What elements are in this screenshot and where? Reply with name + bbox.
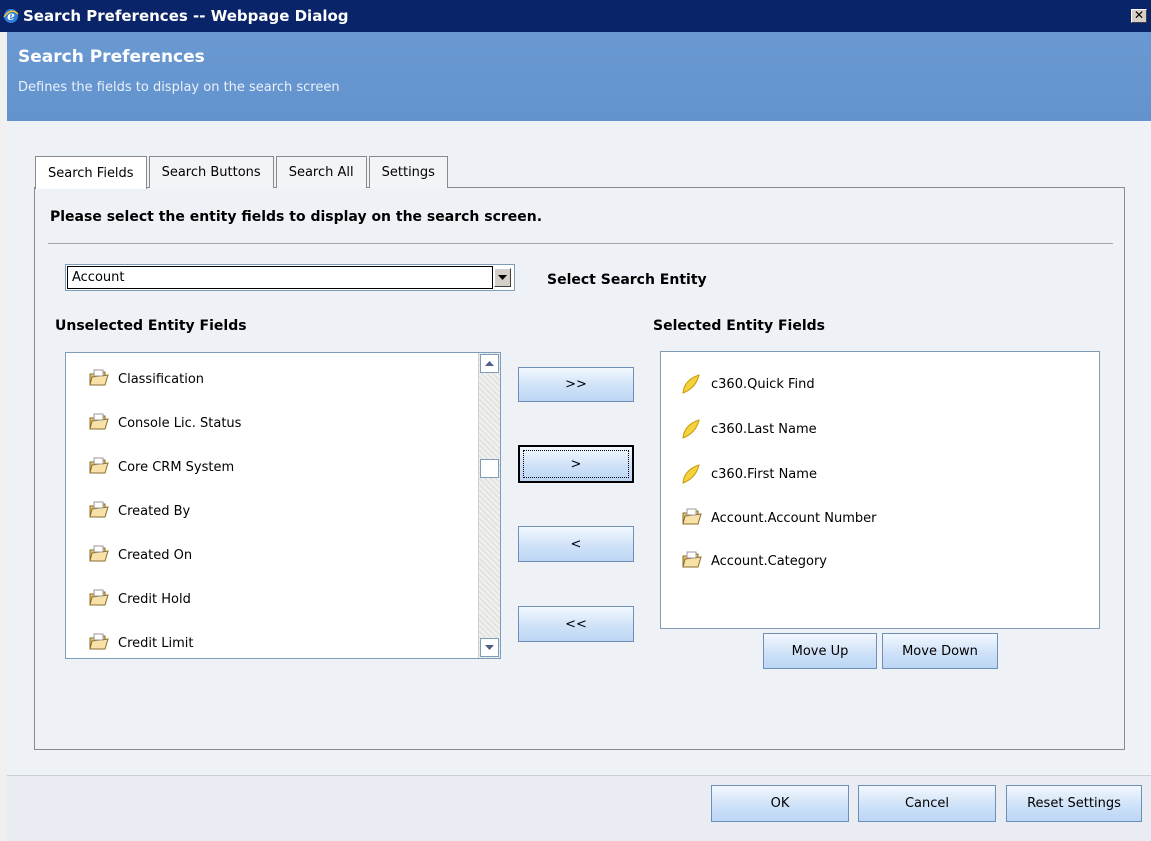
list-item-label: Core CRM System: [118, 459, 235, 475]
list-item[interactable]: Console Lic. Status: [88, 413, 241, 433]
list-item[interactable]: c360.First Name: [681, 464, 817, 484]
entity-select-label: Select Search Entity: [547, 272, 707, 288]
unselected-fields-list[interactable]: Classification Console Lic. Status Core …: [65, 352, 501, 659]
list-item[interactable]: Account.Account Number: [681, 508, 876, 528]
instruction-text: Please select the entity fields to displ…: [50, 209, 543, 225]
list-item[interactable]: c360.Quick Find: [681, 374, 815, 394]
list-item[interactable]: Created On: [88, 545, 192, 565]
list-item[interactable]: Account.Category: [681, 551, 827, 571]
dialog-title: Search Preferences: [18, 47, 205, 67]
remove-button[interactable]: <: [518, 526, 634, 562]
divider: [48, 243, 1113, 244]
tab-strip: Search Fields Search Buttons Search All …: [35, 156, 450, 189]
cancel-button[interactable]: Cancel: [858, 785, 996, 822]
reset-settings-button[interactable]: Reset Settings: [1006, 785, 1142, 822]
list-item[interactable]: Core CRM System: [88, 457, 234, 477]
folder-icon: [88, 413, 110, 433]
close-icon[interactable]: ✕: [1131, 9, 1147, 23]
list-item-label: Account.Account Number: [711, 510, 877, 526]
dialog-header: Search Preferences Defines the fields to…: [7, 32, 1151, 121]
add-button-label: >: [523, 450, 629, 478]
leaf-icon: [681, 374, 703, 394]
vertical-scrollbar[interactable]: [478, 353, 500, 658]
entity-select[interactable]: Account: [65, 264, 515, 291]
dialog-subtitle: Defines the fields to display on the sea…: [18, 80, 340, 95]
folder-icon: [88, 589, 110, 609]
selected-heading: Selected Entity Fields: [653, 318, 825, 334]
remove-all-button[interactable]: <<: [518, 606, 634, 642]
move-up-button[interactable]: Move Up: [763, 633, 877, 669]
list-item-label: Console Lic. Status: [118, 415, 242, 431]
scroll-down-icon[interactable]: [480, 638, 499, 657]
list-item-label: Created On: [118, 547, 193, 563]
chevron-down-icon[interactable]: [494, 268, 511, 287]
list-item-label: c360.Last Name: [711, 421, 817, 437]
leaf-icon: [681, 419, 703, 439]
folder-icon: [681, 551, 703, 571]
selected-fields-list[interactable]: c360.Quick Find c360.Last Name c360.Firs…: [660, 351, 1100, 629]
list-item-label: Created By: [118, 503, 191, 519]
list-item[interactable]: Credit Limit: [88, 633, 193, 653]
list-item[interactable]: Created By: [88, 501, 190, 521]
list-item[interactable]: Classification: [88, 369, 204, 389]
list-item-label: Credit Hold: [118, 591, 191, 607]
scroll-thumb[interactable]: [480, 459, 499, 478]
folder-icon: [681, 508, 703, 528]
tab-settings[interactable]: Settings: [368, 156, 448, 188]
list-item-label: Account.Category: [711, 553, 828, 569]
list-item-label: c360.Quick Find: [711, 376, 815, 392]
add-all-button[interactable]: >>: [518, 367, 634, 402]
folder-icon: [88, 501, 110, 521]
folder-icon: [88, 369, 110, 389]
unselected-heading: Unselected Entity Fields: [55, 318, 247, 334]
ok-button[interactable]: OK: [711, 785, 849, 822]
move-down-button[interactable]: Move Down: [882, 633, 998, 669]
list-item-label: c360.First Name: [711, 466, 817, 482]
window-titlebar: e Search Preferences -- Webpage Dialog ✕: [0, 0, 1151, 32]
list-item-label: Credit Limit: [118, 635, 194, 651]
scroll-up-icon[interactable]: [480, 354, 499, 373]
folder-icon: [88, 457, 110, 477]
tab-search-fields[interactable]: Search Fields: [35, 156, 147, 189]
list-item[interactable]: Credit Hold: [88, 589, 191, 609]
tab-search-all[interactable]: Search All: [275, 156, 367, 188]
leaf-icon: [681, 464, 703, 484]
list-item[interactable]: c360.Last Name: [681, 419, 817, 439]
folder-icon: [88, 633, 110, 653]
window-title: Search Preferences -- Webpage Dialog: [23, 7, 349, 25]
folder-icon: [88, 545, 110, 565]
tab-search-buttons[interactable]: Search Buttons: [148, 156, 274, 188]
add-button[interactable]: >: [518, 445, 634, 483]
internet-explorer-icon: e: [3, 8, 19, 24]
list-item-label: Classification: [118, 371, 205, 387]
entity-select-value: Account: [67, 266, 493, 289]
